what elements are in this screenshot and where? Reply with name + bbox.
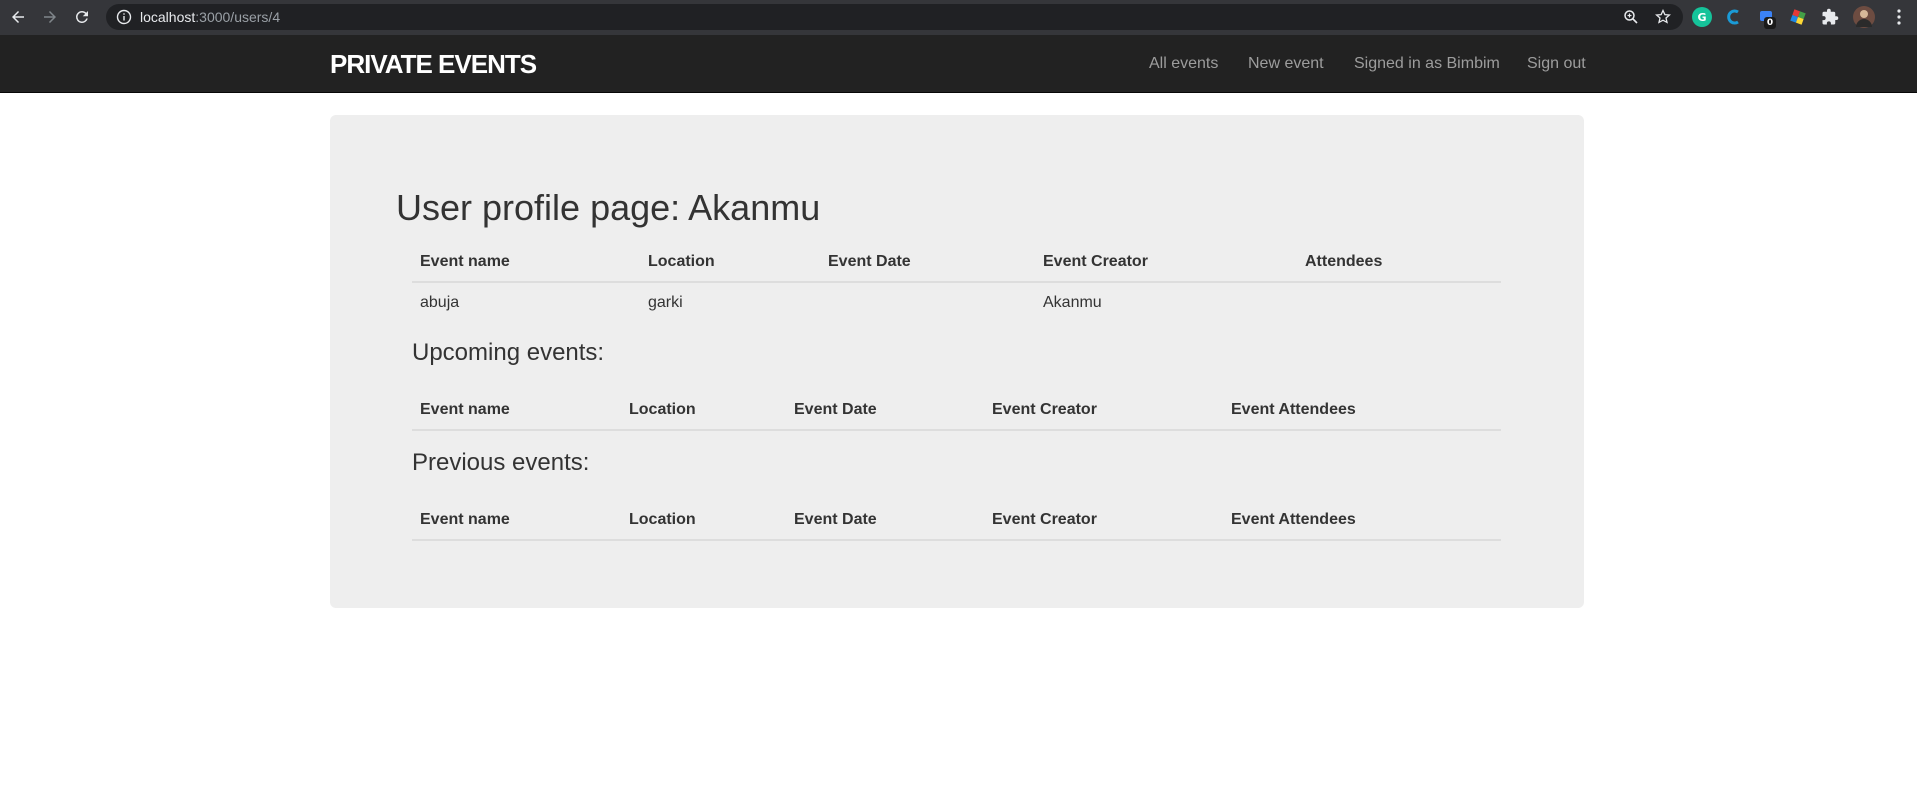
browser-toolbar: localhost:3000/users/4 G 0 xyxy=(0,0,1917,35)
column-header: Location xyxy=(629,401,696,418)
column-header: Event Attendees xyxy=(1231,511,1356,528)
table-header: Event name Location Event Date Event Cre… xyxy=(412,243,1501,283)
address-bar[interactable]: localhost:3000/users/4 xyxy=(106,4,1683,30)
nav-all-events[interactable]: All events xyxy=(1149,55,1218,73)
upcoming-events-table: Event name Location Event Date Event Cre… xyxy=(412,391,1501,433)
column-header: Location xyxy=(648,253,715,270)
extension-color-icon[interactable] xyxy=(1788,7,1808,27)
column-header: Attendees xyxy=(1305,253,1383,270)
app-navbar: PRIVATE EVENTS All events New event Sign… xyxy=(0,35,1917,93)
table-row: abuja garki Akanmu xyxy=(412,283,1501,323)
column-header: Event Date xyxy=(794,511,877,528)
table-header: Event name Location Event Date Event Cre… xyxy=(412,501,1501,541)
info-icon[interactable] xyxy=(116,9,132,25)
column-header: Event name xyxy=(420,253,510,270)
extension-tab-icon[interactable]: 0 xyxy=(1756,7,1776,29)
page-title: User profile page: Akanmu xyxy=(396,187,821,228)
back-icon[interactable] xyxy=(6,5,30,29)
grammarly-icon[interactable]: G xyxy=(1692,7,1712,27)
upcoming-events-title: Upcoming events: xyxy=(412,339,605,366)
column-header: Event Date xyxy=(828,253,911,270)
column-header: Event Creator xyxy=(992,511,1097,528)
column-header: Event Date xyxy=(794,401,877,418)
nav-signed-in[interactable]: Signed in as Bimbim xyxy=(1354,55,1500,73)
zoom-icon[interactable] xyxy=(1623,9,1639,25)
url-path: :3000/users/4 xyxy=(195,9,281,25)
menu-dots-icon[interactable] xyxy=(1889,7,1909,27)
column-header: Event Attendees xyxy=(1231,401,1356,418)
star-icon[interactable] xyxy=(1655,9,1671,25)
column-header: Event name xyxy=(420,401,510,418)
url-text[interactable]: localhost:3000/users/4 xyxy=(140,9,280,25)
nav-new-event[interactable]: New event xyxy=(1248,55,1324,73)
nav-sign-out[interactable]: Sign out xyxy=(1527,55,1586,73)
cell-event-name: abuja xyxy=(420,294,460,311)
profile-panel: User profile page: Akanmu Event name Loc… xyxy=(330,115,1584,608)
reload-icon[interactable] xyxy=(70,5,94,29)
column-header: Event Creator xyxy=(992,401,1097,418)
extension-badge: 0 xyxy=(1764,17,1776,29)
profile-avatar[interactable] xyxy=(1853,6,1875,28)
brand-link[interactable]: PRIVATE EVENTS xyxy=(330,49,537,80)
column-header: Event Creator xyxy=(1043,253,1148,270)
forward-icon[interactable] xyxy=(38,5,62,29)
extension-c-icon[interactable] xyxy=(1724,7,1744,27)
cell-location: garki xyxy=(648,294,683,311)
column-header: Event name xyxy=(420,511,510,528)
table-header: Event name Location Event Date Event Cre… xyxy=(412,391,1501,431)
previous-events-table: Event name Location Event Date Event Cre… xyxy=(412,501,1501,543)
cell-event-creator: Akanmu xyxy=(1043,294,1102,311)
previous-events-title: Previous events: xyxy=(412,449,590,476)
url-host: localhost xyxy=(140,9,196,25)
created-events-table: Event name Location Event Date Event Cre… xyxy=(412,243,1501,323)
column-header: Location xyxy=(629,511,696,528)
puzzle-icon[interactable] xyxy=(1820,7,1840,27)
